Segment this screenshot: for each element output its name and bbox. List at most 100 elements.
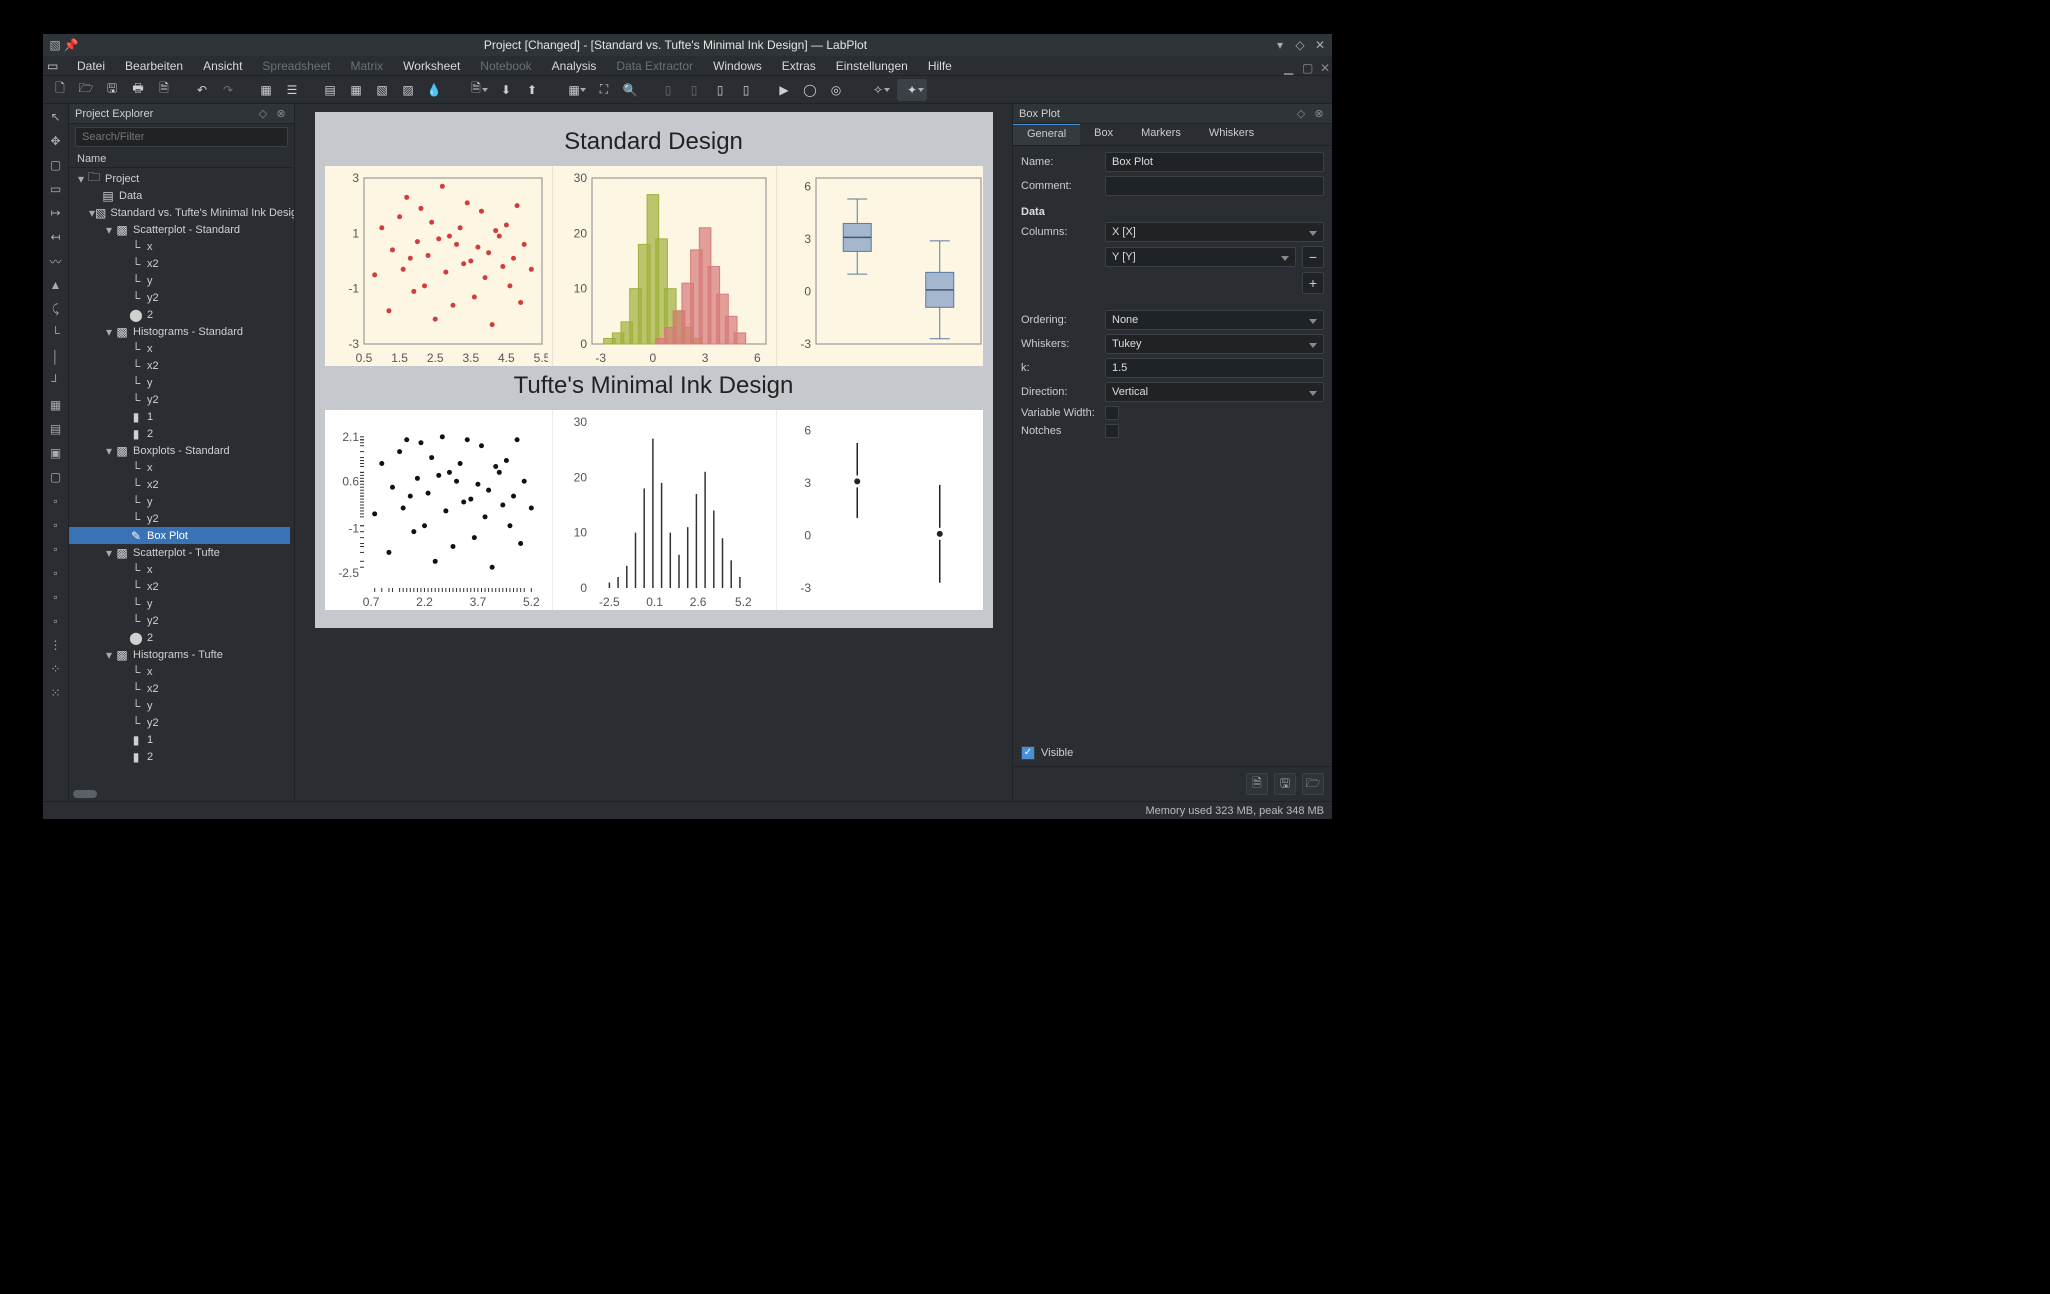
mdi-restore-icon[interactable]: ▢: [1294, 59, 1310, 73]
mdi-close-icon[interactable]: ✕: [1312, 59, 1328, 73]
tree-item[interactable]: └x: [69, 459, 290, 476]
tree-item[interactable]: └y: [69, 595, 290, 612]
chart-scatter-tufte[interactable]: 0.72.23.75.2-2.5-10.62.1: [325, 410, 553, 610]
props-close-icon[interactable]: ⊗: [1312, 107, 1326, 121]
align-c-button[interactable]: ▯: [709, 79, 731, 101]
menu-hilfe[interactable]: Hilfe: [920, 57, 960, 75]
sysmenu-icon[interactable]: ▭: [47, 59, 61, 73]
box-e-tool[interactable]: ▫: [47, 540, 65, 558]
tree-item[interactable]: └x: [69, 663, 290, 680]
dots2-tool[interactable]: ⁘: [47, 660, 65, 678]
layout-grid-button[interactable]: ▦: [255, 79, 277, 101]
tree-item[interactable]: └y2: [69, 391, 290, 408]
color-drop-button[interactable]: 💧: [423, 79, 445, 101]
menu-analysis[interactable]: Analysis: [544, 57, 605, 75]
tree-item[interactable]: ▾▧Standard vs. Tufte's Minimal Ink Desig…: [69, 204, 290, 221]
direction-select[interactable]: Vertical: [1105, 382, 1324, 402]
menu-ansicht[interactable]: Ansicht: [195, 57, 250, 75]
zoom-tool[interactable]: ▭: [47, 180, 65, 198]
maximize-icon[interactable]: ◇: [1294, 39, 1306, 51]
tree-item[interactable]: └x2: [69, 578, 290, 595]
close-icon[interactable]: ✕: [1314, 39, 1326, 51]
fit-tool[interactable]: ▲: [47, 276, 65, 294]
box-g-tool[interactable]: ▫: [47, 588, 65, 606]
box-c-tool[interactable]: ▫: [47, 492, 65, 510]
menu-datei[interactable]: Datei: [69, 57, 113, 75]
axis-in-tool[interactable]: ↦: [47, 204, 65, 222]
tree-item[interactable]: └x2: [69, 255, 290, 272]
tab-box[interactable]: Box: [1080, 124, 1127, 145]
export-ws-button[interactable]: ⬆: [521, 79, 543, 101]
tree-item[interactable]: └y2: [69, 510, 290, 527]
pin-icon[interactable]: 📌: [65, 39, 77, 51]
new-file-button[interactable]: 🗋: [49, 79, 71, 101]
tree-item[interactable]: ▮1: [69, 408, 290, 425]
box-h-tool[interactable]: ▫: [47, 612, 65, 630]
tree-item[interactable]: ▤Data: [69, 187, 290, 204]
trend-tool[interactable]: ⤹: [47, 300, 65, 318]
export-button[interactable]: 🗎: [153, 79, 175, 101]
dots1-tool[interactable]: ⋮: [47, 636, 65, 654]
mdi-min-icon[interactable]: ▁: [1276, 59, 1292, 73]
save-button[interactable]: 🖫: [101, 79, 123, 101]
curve-tool[interactable]: 〰: [47, 252, 65, 270]
comment-input[interactable]: [1105, 176, 1324, 196]
layout-list-button[interactable]: ☰: [281, 79, 303, 101]
undo-button[interactable]: ↶: [191, 79, 213, 101]
tree-item[interactable]: ▮2: [69, 748, 290, 765]
search-input[interactable]: [75, 127, 288, 147]
redo-button[interactable]: ↷: [217, 79, 239, 101]
box-b-tool[interactable]: ▢: [47, 468, 65, 486]
k-input[interactable]: [1105, 358, 1324, 378]
column-select-1[interactable]: Y [Y]: [1105, 247, 1296, 267]
menu-einstellungen[interactable]: Einstellungen: [828, 57, 916, 75]
titlebar[interactable]: ▧ 📌 Project [Changed] - [Standard vs. Tu…: [43, 34, 1332, 56]
add-ws-button[interactable]: ▧: [371, 79, 393, 101]
play-button[interactable]: ▶: [773, 79, 795, 101]
load-template-button[interactable]: 🗁: [1302, 773, 1324, 795]
align-a-button[interactable]: ▯: [657, 79, 679, 101]
tree-item[interactable]: └x: [69, 340, 290, 357]
cursor-tool[interactable]: ↖: [47, 108, 65, 126]
tree-item[interactable]: ▾▩Histograms - Tufte: [69, 646, 290, 663]
grid-a-tool[interactable]: ▦: [47, 396, 65, 414]
chart-scatter-standard[interactable]: 0.51.52.53.54.55.5-3-113: [325, 166, 553, 366]
tree-item[interactable]: └y: [69, 493, 290, 510]
tree-item[interactable]: └y2: [69, 714, 290, 731]
target-button[interactable]: ◎: [825, 79, 847, 101]
stop-button[interactable]: ◯: [799, 79, 821, 101]
tree-item[interactable]: ▾🗀Project: [69, 170, 290, 187]
chart-histogram-tufte[interactable]: -2.50.12.65.20102030: [553, 410, 777, 610]
align-b-button[interactable]: ▯: [683, 79, 705, 101]
tree-item[interactable]: ▮1: [69, 731, 290, 748]
chart-boxplot-standard[interactable]: -3036: [777, 166, 991, 366]
panel-float-icon[interactable]: ◇: [256, 107, 270, 121]
tree-item[interactable]: └y2: [69, 289, 290, 306]
tree-item[interactable]: ▾▩Scatterplot - Standard: [69, 221, 290, 238]
tab-general[interactable]: General: [1013, 124, 1080, 145]
save-template-button[interactable]: 🖫: [1274, 773, 1296, 795]
import-db-button[interactable]: ⬇: [495, 79, 517, 101]
name-input[interactable]: [1105, 152, 1324, 172]
worksheet-canvas[interactable]: Standard Design 0.51.52.53.54.55.5-3-113…: [295, 104, 1012, 801]
open-file-button[interactable]: 🗁: [75, 79, 97, 101]
box-a-tool[interactable]: ▣: [47, 444, 65, 462]
tree-item[interactable]: ⬤2: [69, 306, 290, 323]
tab-markers[interactable]: Markers: [1127, 124, 1195, 145]
chart-histogram-standard[interactable]: -30360102030: [553, 166, 777, 366]
misc-b-button[interactable]: ✦: [897, 79, 927, 101]
misc-a-button[interactable]: ✧: [863, 79, 893, 101]
tree-item[interactable]: └x2: [69, 476, 290, 493]
notches-checkbox[interactable]: [1105, 424, 1119, 438]
tree-column-header[interactable]: Name: [69, 150, 294, 168]
add-matrix-button[interactable]: ▦: [345, 79, 367, 101]
column-select-0[interactable]: X [X]: [1105, 222, 1324, 242]
menu-worksheet[interactable]: Worksheet: [395, 57, 468, 75]
view-mode-button[interactable]: ▦: [559, 79, 589, 101]
menu-extras[interactable]: Extras: [774, 57, 824, 75]
column-remove-button[interactable]: −: [1302, 246, 1324, 268]
vaxis-tool[interactable]: │: [47, 348, 65, 366]
import-button[interactable]: 🗎: [461, 79, 491, 101]
apply-button[interactable]: 🗎: [1246, 773, 1268, 795]
dots3-tool[interactable]: ⁙: [47, 684, 65, 702]
